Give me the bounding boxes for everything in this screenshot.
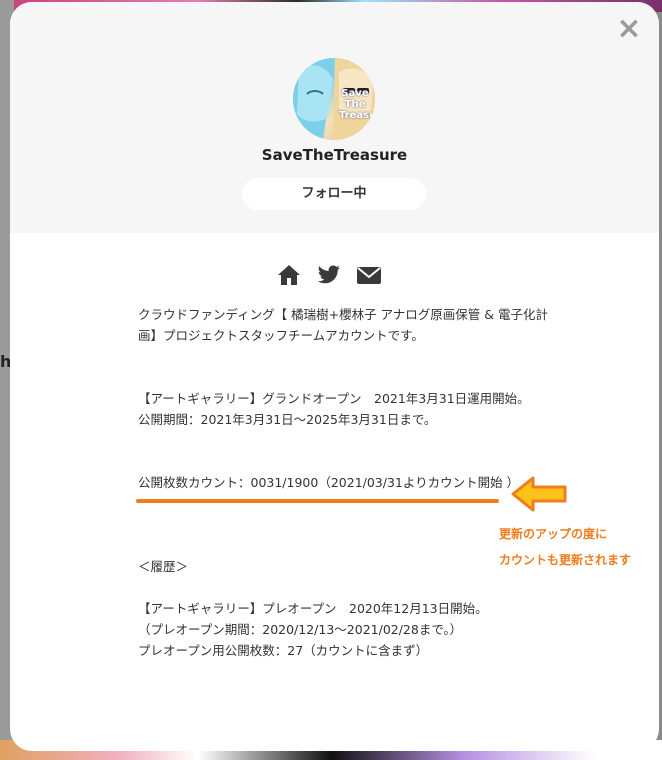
close-button[interactable]: × <box>616 14 642 44</box>
description-line: 【アートギャラリー】プレオープン 2020年12月13日開始。 <box>138 601 488 616</box>
profile-links <box>276 262 382 288</box>
public-count-line: 公開枚数カウント：0031/1900（2021/03/31よりカウント開始 ） <box>138 475 520 490</box>
profile-name[interactable]: SaveTheTreasure <box>10 146 659 164</box>
home-icon[interactable] <box>276 263 302 287</box>
description-line: クラウドファンディング【 橘瑞樹+櫻林子 アナログ原画保管 & 電子化計 <box>138 307 548 322</box>
profile-description: クラウドファンディング【 橘瑞樹+櫻林子 アナログ原画保管 & 電子化計 画】プ… <box>138 304 558 661</box>
avatar-caption: Save The Treasures! <box>339 88 375 121</box>
description-line: （プレオープン期間：2020/12/13～2021/02/28まで。） <box>138 622 463 637</box>
annotation-arrow-icon <box>511 476 567 512</box>
twitter-icon[interactable] <box>316 263 342 287</box>
description-line: 公開期間：2021年3月31日～2025年3月31日まで。 <box>138 412 437 427</box>
mail-icon[interactable] <box>356 263 382 287</box>
description-line: プレオープン用公開枚数：27（カウントに含まず） <box>138 643 429 658</box>
annotation-line: 更新のアップの度に <box>499 527 608 541</box>
highlight-underline <box>136 499 499 503</box>
history-title: ＜履歴＞ <box>138 559 189 574</box>
follow-button[interactable]: フォロー中 <box>242 178 426 210</box>
annotation-line: カウントも更新されます <box>499 553 632 567</box>
annotation-note: 更新のアップの度に カウントも更新されます <box>499 521 659 573</box>
description-line: 画】プロジェクトスタッフチームアカウントです。 <box>138 328 424 343</box>
profile-modal: × Save The Treasures! SaveTheTreasure フォ… <box>10 2 659 751</box>
avatar[interactable]: Save The Treasures! <box>293 58 375 140</box>
modal-header: × Save The Treasures! SaveTheTreasure フォ… <box>10 2 659 233</box>
description-line: 【アートギャラリー】グランドオープン 2021年3月31日運用開始。 <box>138 391 530 406</box>
